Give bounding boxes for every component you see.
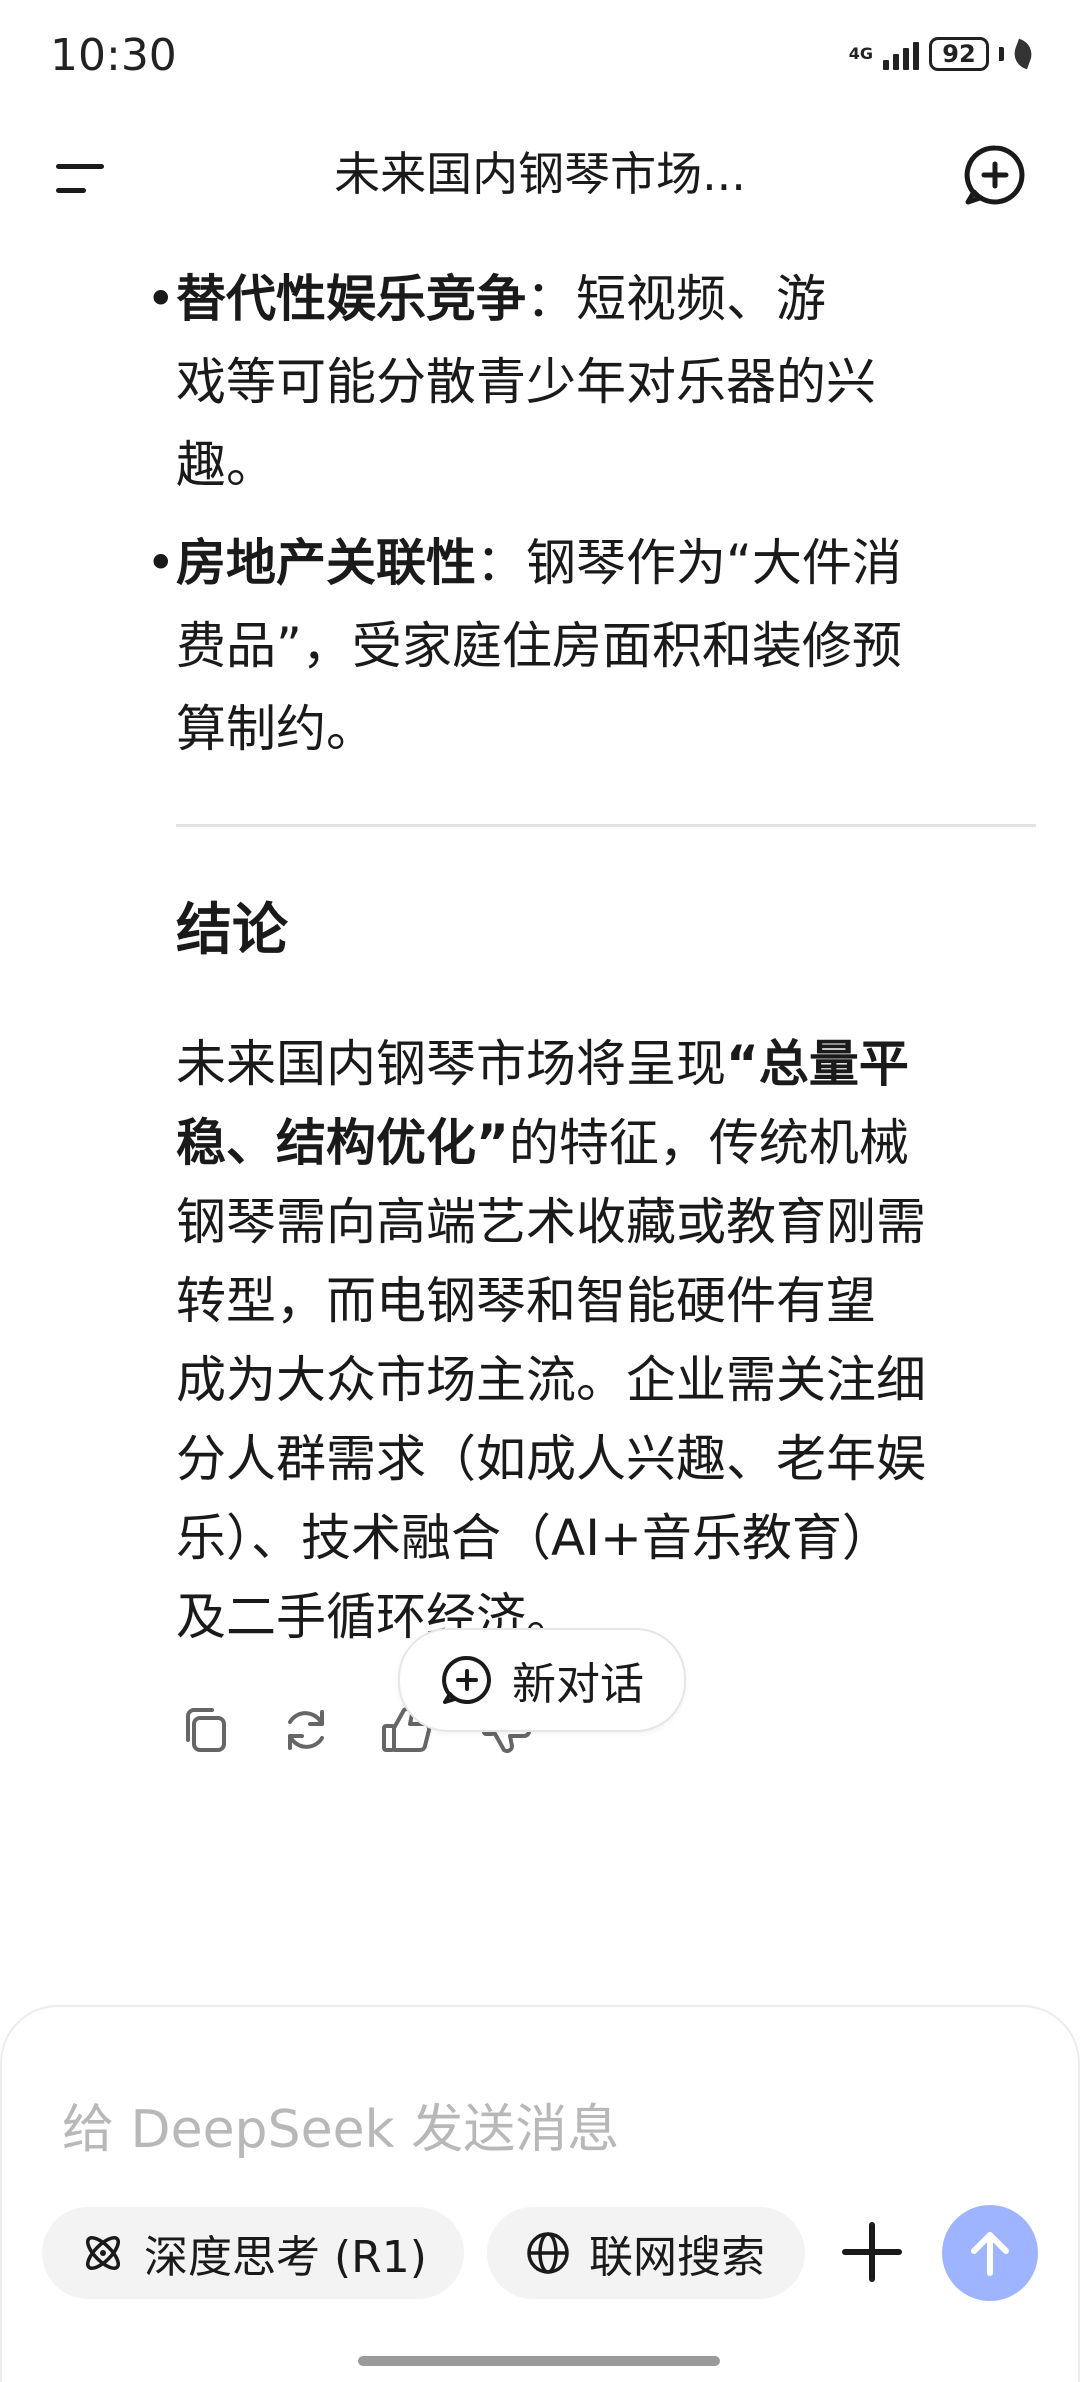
- paragraph-text: 未来国内钢琴市场将呈现: [176, 1035, 726, 1093]
- paragraph-bold: “总量平: [726, 1035, 909, 1093]
- list-item: • 房地产关联性：钢琴作为“大件消 费品”，受家庭住房面积和装修预 算制约。: [146, 522, 1036, 771]
- paragraph-text: 乐）、技术融合（AI+音乐教育）: [176, 1509, 892, 1567]
- home-indicator[interactable]: [358, 2356, 720, 2366]
- chat-plus-icon[interactable]: [962, 142, 1028, 208]
- message-input[interactable]: 给 DeepSeek 发送消息: [62, 2087, 619, 2162]
- status-bar: 10:30 4G 92: [0, 0, 1080, 110]
- bullet-term: 房地产关联性: [176, 534, 476, 592]
- deep-think-label: 深度思考 (R1): [144, 2232, 427, 2283]
- deep-think-toggle[interactable]: 深度思考 (R1): [42, 2207, 464, 2299]
- section-divider: [176, 824, 1036, 827]
- copy-icon[interactable]: [176, 1700, 236, 1760]
- leaf-icon: [1010, 38, 1036, 70]
- bullet-sep: ：: [526, 270, 576, 328]
- battery-level: 92: [942, 40, 976, 68]
- bullet-dot: •: [146, 270, 176, 328]
- app-header: 未来国内钢琴市场...: [0, 110, 1080, 230]
- status-icons: 4G 92: [848, 32, 1036, 76]
- menu-icon[interactable]: [48, 150, 114, 210]
- network-type: 4G: [848, 44, 873, 63]
- composer-panel: 给 DeepSeek 发送消息 深度思考 (R1) 联网搜索: [0, 2005, 1080, 2382]
- bullet-text: 趣。: [176, 436, 276, 494]
- conversation-title: 未来国内钢琴市场...: [334, 147, 746, 201]
- bullet-sep: ：: [476, 534, 526, 592]
- globe-icon: [527, 2232, 569, 2274]
- web-search-toggle[interactable]: 联网搜索: [487, 2207, 805, 2299]
- paragraph-text: 成为大众市场主流。企业需关注细: [176, 1351, 926, 1409]
- paragraph-text: 钢琴需向高端艺术收藏或教育刚需: [176, 1193, 926, 1251]
- bullet-text: 短视频、游: [576, 270, 826, 328]
- new-dialog-label: 新对话: [512, 1659, 644, 1710]
- bullet-dot: •: [146, 534, 176, 592]
- list-item: • 替代性娱乐竞争：短视频、游 戏等可能分散青少年对乐器的兴 趣。: [146, 258, 1036, 507]
- atom-icon: [86, 2236, 120, 2270]
- send-button[interactable]: [942, 2205, 1038, 2301]
- conclusion-paragraph: 未来国内钢琴市场将呈现“总量平 稳、结构优化”的特征，传统机械 钢琴需向高端艺术…: [176, 1025, 1036, 1657]
- battery-icon: 92: [929, 37, 989, 71]
- plus-icon[interactable]: [835, 2215, 909, 2289]
- section-heading: 结论: [176, 898, 288, 963]
- refresh-icon[interactable]: [276, 1700, 336, 1760]
- new-dialog-button[interactable]: 新对话: [398, 1628, 686, 1732]
- paragraph-bold: 稳、结构优化”: [176, 1114, 509, 1172]
- paragraph-text: 转型，而电钢琴和智能硬件有望: [176, 1272, 876, 1330]
- chat-plus-icon: [442, 1655, 491, 1704]
- bullet-term: 替代性娱乐竞争: [176, 270, 526, 328]
- paragraph-text: 分人群需求（如成人兴趣、老年娱: [176, 1430, 926, 1488]
- bullet-text: 戏等可能分散青少年对乐器的兴: [176, 353, 876, 411]
- bullet-text: 钢琴作为“大件消: [526, 534, 902, 592]
- web-search-label: 联网搜索: [589, 2232, 765, 2283]
- arrow-up-icon: [971, 2232, 1009, 2276]
- battery-tip: [999, 47, 1004, 61]
- signal-icon: [883, 38, 919, 70]
- bullet-text: 费品”，受家庭住房面积和装修预: [176, 617, 902, 675]
- bullet-text: 算制约。: [176, 700, 376, 758]
- paragraph-text: 的特征，传统机械: [508, 1114, 909, 1172]
- status-time: 10:30: [50, 30, 177, 81]
